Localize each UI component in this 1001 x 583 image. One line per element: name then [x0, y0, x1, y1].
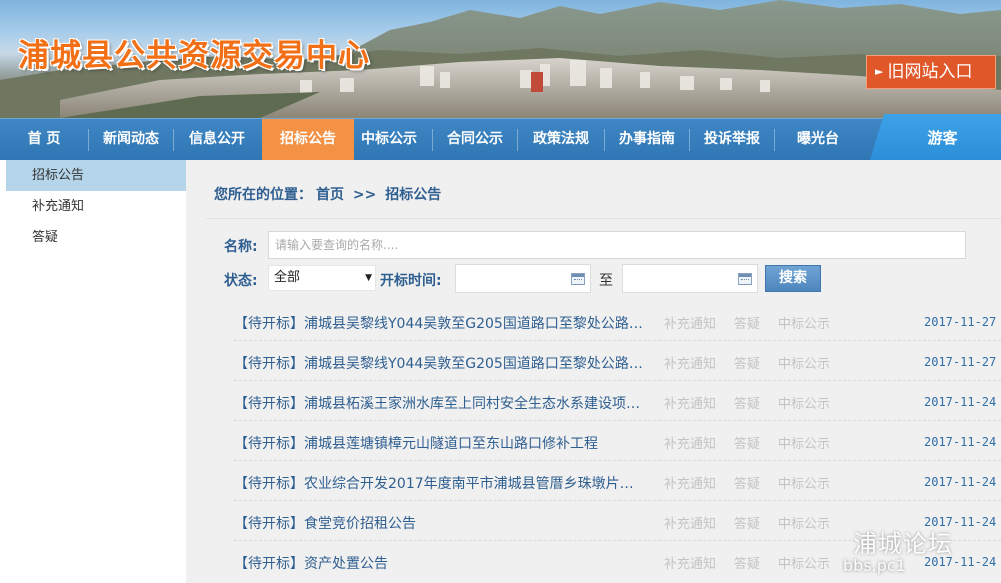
nav-item-guide[interactable]: 办事指南	[605, 119, 689, 160]
nav-item-info[interactable]: 信息公开	[174, 119, 260, 160]
nav-item-contract-notice[interactable]: 合同公示	[433, 119, 517, 160]
list-item: 【待开标】农业综合开发2017年度南平市浦城县管厝乡珠墩片续建项目 补充通知 答…	[234, 461, 1001, 501]
nav-item-exposure[interactable]: 曝光台	[775, 119, 861, 160]
tender-title-link[interactable]: 【待开标】农业综合开发2017年度南平市浦城县管厝乡珠墩片续建项目	[234, 473, 644, 493]
award-notice-link[interactable]: 中标公示	[778, 353, 830, 372]
publish-date: 2017-11-27	[924, 355, 997, 369]
site-title: 浦城县公共资源交易中心	[18, 38, 370, 74]
supplementary-notice-link[interactable]: 补充通知	[664, 353, 716, 372]
name-search-input[interactable]	[268, 231, 966, 259]
main-nav: 首 页 新闻动态 信息公开 招标公告 中标公示 合同公示 政策法规 办事指南 投…	[0, 118, 1001, 160]
breadcrumb: 您所在的位置： 首页 >> 招标公告	[214, 184, 445, 204]
tender-title-link[interactable]: 【待开标】资产处置公告	[234, 553, 644, 573]
end-date-input[interactable]	[622, 264, 758, 293]
supplementary-notice-link[interactable]: 补充通知	[664, 393, 716, 412]
qa-link[interactable]: 答疑	[734, 553, 760, 572]
nav-item-complaints[interactable]: 投诉举报	[690, 119, 774, 160]
nav-item-award-notice[interactable]: 中标公示	[354, 119, 424, 160]
nav-item-tender-notice[interactable]: 招标公告	[262, 119, 354, 160]
tender-title-link[interactable]: 【待开标】浦城县吴黎线Y044吴敦至G205国道路口至黎处公路弃土场工程	[234, 313, 644, 333]
award-notice-link[interactable]: 中标公示	[778, 313, 830, 332]
search-button[interactable]: 搜索	[765, 265, 821, 292]
supplementary-notice-link[interactable]: 补充通知	[664, 313, 716, 332]
guest-login-tab[interactable]: 游客	[870, 114, 1001, 160]
supplementary-notice-link[interactable]: 补充通知	[664, 553, 716, 572]
list-item: 【待开标】浦城县吴黎线Y044吴敦至G205国道路口至黎处公路附属工程 补充通知…	[234, 341, 1001, 381]
sidebar-item-tender-notice[interactable]: 招标公告	[6, 160, 186, 191]
sidebar-item-qa[interactable]: 答疑	[6, 222, 186, 253]
list-item: 【待开标】浦城县吴黎线Y044吴敦至G205国道路口至黎处公路弃土场工程 补充通…	[234, 301, 1001, 341]
tender-title-link[interactable]: 【待开标】食堂竞价招租公告	[234, 513, 644, 533]
publish-date: 2017-11-24	[924, 435, 997, 449]
list-item: 【待开标】浦城县柘溪王家洲水库至上同村安全生态水系建设项目工程 补充通知 答疑 …	[234, 381, 1001, 421]
sidebar: 招标公告 补充通知 答疑	[0, 160, 186, 583]
breadcrumb-divider	[206, 218, 1001, 219]
supplementary-notice-link[interactable]: 补充通知	[664, 433, 716, 452]
status-select[interactable]: 全部 ▼	[268, 265, 376, 291]
qa-link[interactable]: 答疑	[734, 473, 760, 492]
award-notice-link[interactable]: 中标公示	[778, 473, 830, 492]
award-notice-link[interactable]: 中标公示	[778, 433, 830, 452]
award-notice-link[interactable]: 中标公示	[778, 513, 830, 532]
supplementary-notice-link[interactable]: 补充通知	[664, 473, 716, 492]
nav-item-news[interactable]: 新闻动态	[89, 119, 173, 160]
forum-watermark: 浦城论坛	[853, 530, 953, 558]
calendar-icon[interactable]	[738, 273, 752, 285]
publish-date: 2017-11-27	[924, 315, 997, 329]
forum-watermark-url: bbs.pc1	[843, 556, 906, 575]
qa-link[interactable]: 答疑	[734, 313, 760, 332]
qa-link[interactable]: 答疑	[734, 353, 760, 372]
qa-link[interactable]: 答疑	[734, 393, 760, 412]
status-label: 状态:	[224, 273, 258, 289]
bid-open-time-label: 开标时间:	[380, 273, 442, 289]
qa-link[interactable]: 答疑	[734, 433, 760, 452]
tender-title-link[interactable]: 【待开标】浦城县柘溪王家洲水库至上同村安全生态水系建设项目工程	[234, 393, 644, 413]
qa-link[interactable]: 答疑	[734, 513, 760, 532]
breadcrumb-home-link[interactable]: 首页	[316, 187, 344, 203]
calendar-icon[interactable]	[571, 273, 585, 285]
tender-title-link[interactable]: 【待开标】浦城县莲塘镇樟元山隧道口至东山路口修补工程	[234, 433, 644, 453]
breadcrumb-prefix: 您所在的位置：	[214, 187, 312, 203]
list-item: 【待开标】浦城县莲塘镇樟元山隧道口至东山路口修补工程 补充通知 答疑 中标公示 …	[234, 421, 1001, 461]
nav-item-home[interactable]: 首 页	[0, 119, 88, 160]
award-notice-link[interactable]: 中标公示	[778, 553, 830, 572]
award-notice-link[interactable]: 中标公示	[778, 393, 830, 412]
breadcrumb-current[interactable]: 招标公告	[385, 187, 441, 203]
header-banner: 浦城县公共资源交易中心 ► 旧网站入口	[0, 0, 1001, 118]
tender-title-link[interactable]: 【待开标】浦城县吴黎线Y044吴敦至G205国道路口至黎处公路附属工程	[234, 353, 644, 373]
date-range-to-label: 至	[599, 273, 613, 289]
nav-item-policies[interactable]: 政策法规	[518, 119, 604, 160]
start-date-input[interactable]	[455, 264, 591, 293]
dropdown-arrow-icon: ▼	[365, 273, 372, 283]
sidebar-item-supplementary-notice[interactable]: 补充通知	[6, 191, 186, 222]
status-select-value: 全部	[274, 270, 301, 285]
supplementary-notice-link[interactable]: 补充通知	[664, 513, 716, 532]
name-label: 名称:	[224, 239, 258, 255]
publish-date: 2017-11-24	[924, 395, 997, 409]
old-site-entry-button[interactable]: ► 旧网站入口	[866, 55, 996, 89]
breadcrumb-separator: >>	[352, 187, 377, 203]
old-site-entry-label: 旧网站入口	[887, 62, 973, 82]
arrow-right-icon: ►	[875, 65, 884, 78]
publish-date: 2017-11-24	[924, 475, 997, 489]
